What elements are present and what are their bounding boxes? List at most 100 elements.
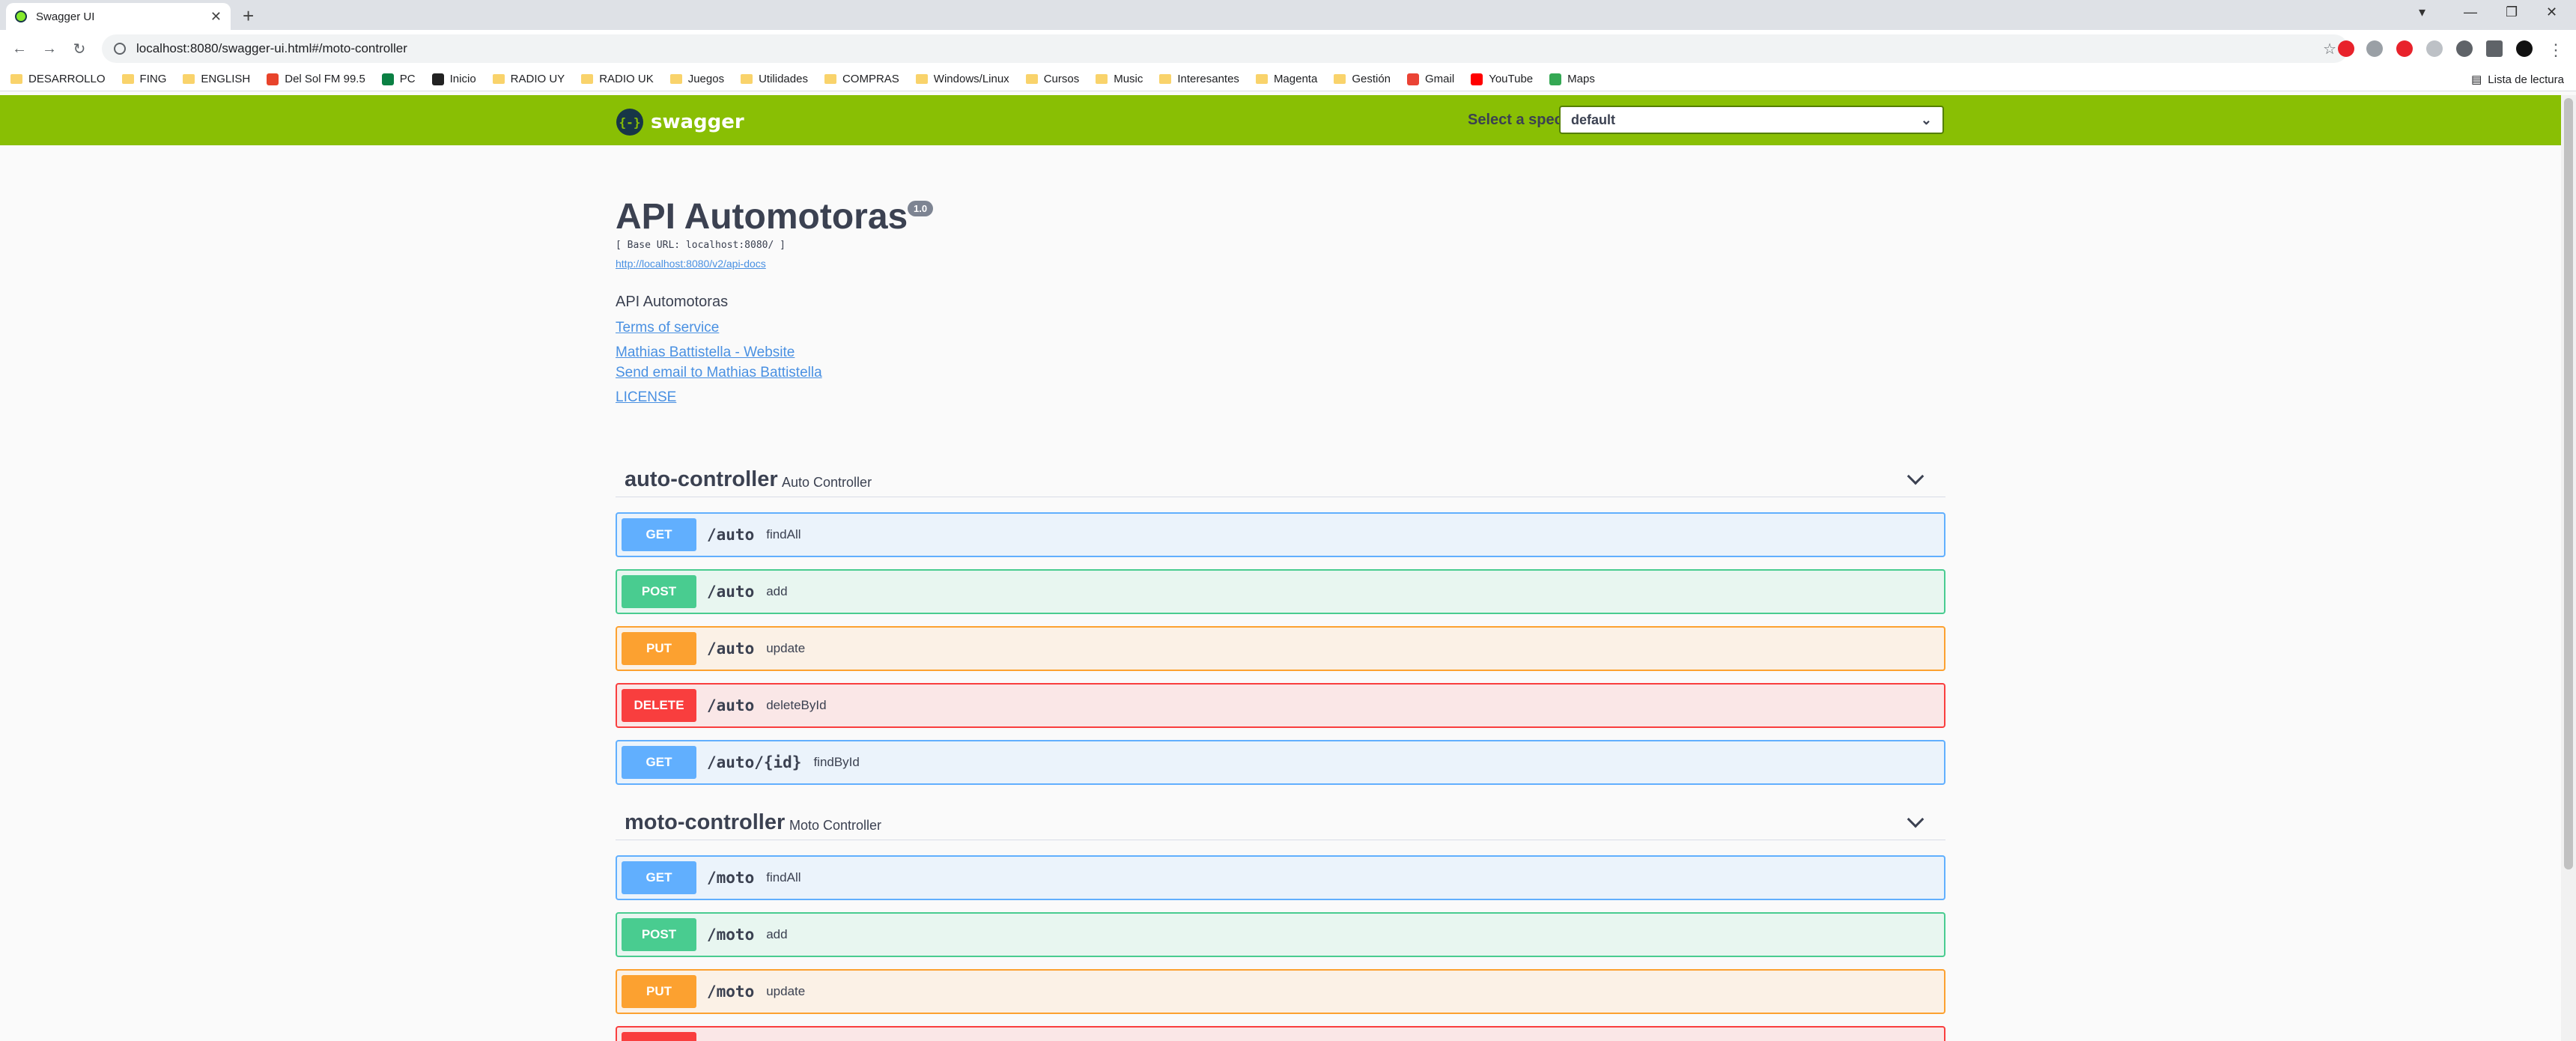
bookmark-pc[interactable]: PC: [381, 73, 416, 85]
bookmark-english[interactable]: ENGLISH: [183, 73, 250, 85]
operation-partial-row[interactable]: [616, 1026, 1945, 1041]
address-bar[interactable]: localhost:8080/swagger-ui.html#/moto-con…: [102, 34, 2348, 63]
operation-path: /auto: [707, 640, 755, 658]
tab-title: Swagger UI: [36, 10, 95, 23]
operation-post-add[interactable]: POST/moto add: [616, 912, 1945, 957]
bookmark-del-sol-fm-99-5[interactable]: Del Sol FM 99.5: [267, 73, 365, 85]
swagger-favicon-icon: [15, 10, 27, 22]
operation-get-findall[interactable]: GET/moto findAll: [616, 855, 1945, 900]
close-tab-icon[interactable]: ✕: [210, 9, 222, 25]
bookmark-label: COMPRAS: [842, 73, 899, 85]
bookmarks-bar: DESARROLLO FING ENGLISH Del Sol FM 99.5 PC In…: [0, 67, 2576, 91]
method-badge: GET: [622, 861, 696, 894]
profile-avatar[interactable]: [2516, 40, 2533, 57]
spec-select-label: Select a spec: [1468, 112, 1563, 128]
bookmark-maps[interactable]: Maps: [1549, 73, 1595, 85]
chevron-down-icon[interactable]: [1907, 810, 1925, 828]
folder-icon: [1159, 74, 1172, 84]
minimize-icon[interactable]: —: [2464, 4, 2477, 20]
operation-post-add[interactable]: POST/auto add: [616, 569, 1945, 614]
bookmark-youtube[interactable]: YouTube: [1471, 73, 1533, 85]
bookmark-label: Magenta: [1273, 73, 1318, 85]
vpn-extension-icon[interactable]: [2456, 40, 2473, 57]
tag-name: moto-controller: [625, 810, 786, 834]
restore-icon[interactable]: ❐: [2506, 4, 2518, 20]
page-scrollbar[interactable]: [2561, 95, 2576, 1041]
operation-path: /auto: [707, 696, 755, 714]
operation-path: /moto: [707, 926, 755, 944]
operation-path: /auto: [707, 583, 755, 601]
folder-icon: [915, 74, 928, 84]
method-badge: PUT: [622, 632, 696, 665]
browser-tabstrip: Swagger UI ✕ + ▾ — ❐ ✕: [0, 0, 2576, 30]
folder-icon: [1096, 74, 1108, 84]
chevron-down-icon[interactable]: [1907, 467, 1925, 485]
scrollbar-thumb[interactable]: [2564, 98, 2573, 869]
browser-menu-icon[interactable]: ⋮: [2548, 40, 2564, 59]
bookmark-utilidades[interactable]: Utilidades: [741, 73, 808, 85]
gmail-icon: [1407, 73, 1420, 85]
tab-search-icon[interactable]: ▾: [2419, 4, 2425, 20]
cast-extension-icon[interactable]: [2366, 40, 2383, 57]
contact-email-link[interactable]: Send email to Mathias Battistella: [616, 365, 822, 381]
bookmark-inicio[interactable]: Inicio: [431, 73, 476, 85]
bookmark-magenta[interactable]: Magenta: [1255, 73, 1318, 85]
bookmark-label: Inicio: [449, 73, 476, 85]
bookmark-label: Del Sol FM 99.5: [285, 73, 365, 85]
license-link[interactable]: LICENSE: [616, 389, 676, 406]
operation-path: /moto: [707, 869, 755, 887]
bookmark-fing[interactable]: FING: [121, 73, 166, 85]
close-window-icon[interactable]: ✕: [2546, 4, 2557, 20]
tag-name: auto-controller: [625, 467, 778, 491]
swagger-logo[interactable]: {-} swagger: [616, 109, 744, 136]
site-info-icon[interactable]: [114, 43, 126, 55]
bookmark-radio-uk[interactable]: RADIO UK: [581, 73, 654, 85]
reading-list-button[interactable]: ▤ Lista de lectura: [2471, 67, 2564, 91]
bookmark-gesti-n[interactable]: Gestión: [1334, 73, 1391, 85]
operation-get-findbyid[interactable]: GET/auto/{id} findById: [616, 740, 1945, 785]
operation-summary: deleteById: [766, 698, 827, 712]
bookmark-star-icon[interactable]: ☆: [2323, 40, 2336, 58]
tag-section-auto-controller[interactable]: auto-controller Auto Controller: [616, 460, 1945, 497]
operation-put-update[interactable]: PUT/auto update: [616, 626, 1945, 671]
new-tab-icon[interactable]: +: [243, 4, 254, 28]
bookmark-label: Windows/Linux: [933, 73, 1009, 85]
tag-section-moto-controller[interactable]: moto-controller Moto Controller: [616, 803, 1945, 840]
bookmark-cursos[interactable]: Cursos: [1025, 73, 1079, 85]
tag-description: Moto Controller: [789, 818, 882, 833]
folder-icon: [669, 74, 682, 84]
adblock-extension-icon[interactable]: [2396, 40, 2413, 57]
folder-icon: [741, 74, 753, 84]
extensions-puzzle-icon[interactable]: [2486, 40, 2503, 57]
bookmark-radio-uy[interactable]: RADIO UY: [492, 73, 565, 85]
bookmark-label: RADIO UY: [510, 73, 565, 85]
u-icon: [431, 73, 444, 85]
browser-tab[interactable]: Swagger UI ✕: [6, 3, 231, 30]
bookmark-interesantes[interactable]: Interesantes: [1159, 73, 1239, 85]
operation-put-update[interactable]: PUT/moto update: [616, 969, 1945, 1014]
operation-get-findall[interactable]: GET/auto findAll: [616, 512, 1945, 557]
api-description: API Automotoras: [616, 294, 729, 310]
emoji-extension-icon[interactable]: [2426, 40, 2443, 57]
operation-delete-deletebyid[interactable]: DELETE/auto deleteById: [616, 683, 1945, 728]
operation-summary: add: [766, 584, 788, 598]
bookmark-compras[interactable]: COMPRAS: [824, 73, 899, 85]
bookmark-desarrollo[interactable]: DESARROLLO: [10, 73, 106, 85]
contact-website-link[interactable]: Mathias Battistella - Website: [616, 345, 795, 361]
folder-icon: [492, 74, 505, 84]
bookmark-windows-linux[interactable]: Windows/Linux: [915, 73, 1009, 85]
operation-path: /auto/{id}: [707, 753, 802, 771]
bookmark-music[interactable]: Music: [1096, 73, 1143, 85]
forward-icon[interactable]: →: [34, 40, 64, 58]
back-icon[interactable]: ←: [4, 40, 34, 58]
opera-extension-icon[interactable]: [2338, 40, 2354, 57]
method-badge: [622, 1032, 696, 1041]
bookmark-gmail[interactable]: Gmail: [1407, 73, 1454, 85]
api-docs-link[interactable]: http://localhost:8080/v2/api-docs: [616, 258, 766, 270]
radio-icon: [267, 73, 279, 85]
bookmark-juegos[interactable]: Juegos: [669, 73, 724, 85]
spec-select[interactable]: default ⌄: [1559, 106, 1944, 134]
maps-icon: [1549, 73, 1562, 85]
reload-icon[interactable]: ↻: [64, 40, 94, 58]
terms-of-service-link[interactable]: Terms of service: [616, 320, 719, 336]
